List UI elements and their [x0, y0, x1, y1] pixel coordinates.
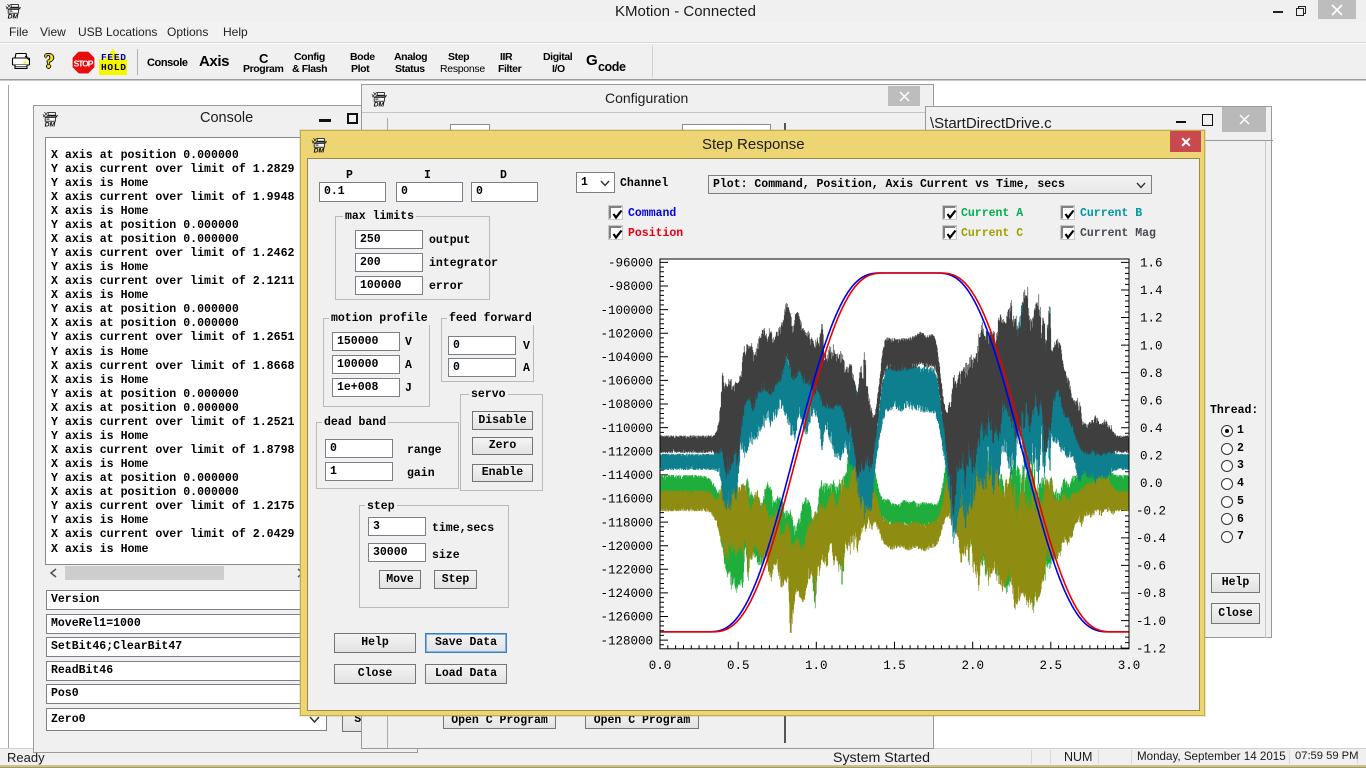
svg-text:0.6: 0.6: [1140, 394, 1163, 408]
svg-text:HOLD: HOLD: [101, 62, 126, 73]
svg-text:-112000: -112000: [600, 446, 653, 460]
svg-text:1.4: 1.4: [1140, 284, 1163, 298]
svg-text:-104000: -104000: [600, 351, 653, 365]
svg-text:-0.2: -0.2: [1136, 505, 1166, 519]
svg-text:1.5: 1.5: [883, 659, 906, 673]
svg-text:-0.4: -0.4: [1136, 532, 1166, 546]
svg-text:-0.6: -0.6: [1136, 560, 1166, 574]
svg-text:1.0: 1.0: [1140, 339, 1163, 353]
svg-text:DM: DM: [8, 13, 19, 19]
svg-text:2.5: 2.5: [1040, 659, 1063, 673]
svg-text:-118000: -118000: [600, 516, 653, 530]
svg-text:-120000: -120000: [600, 540, 653, 554]
svg-text:DM: DM: [314, 147, 325, 153]
svg-text:-98000: -98000: [608, 280, 653, 294]
svg-text:1.0: 1.0: [805, 659, 828, 673]
svg-text:-96000: -96000: [608, 257, 653, 271]
svg-text:3.0: 3.0: [1118, 659, 1141, 673]
svg-text:2.0: 2.0: [961, 659, 984, 673]
svg-text:0.5: 0.5: [727, 659, 750, 673]
svg-text:DM: DM: [374, 101, 385, 107]
svg-text:0.2: 0.2: [1140, 449, 1163, 463]
svg-text:-126000: -126000: [600, 611, 653, 625]
svg-text:-110000: -110000: [600, 422, 653, 436]
svg-text:0.8: 0.8: [1140, 367, 1163, 381]
svg-text:-122000: -122000: [600, 564, 653, 578]
svg-text:-0.8: -0.8: [1136, 587, 1166, 601]
svg-text:-100000: -100000: [600, 304, 653, 318]
svg-text:-102000: -102000: [600, 327, 653, 341]
svg-text:0.4: 0.4: [1140, 422, 1163, 436]
svg-text:-114000: -114000: [600, 469, 653, 483]
svg-text:1.2: 1.2: [1140, 312, 1163, 326]
svg-text:-1.2: -1.2: [1136, 642, 1166, 656]
svg-text:DM: DM: [45, 121, 56, 127]
svg-text:0.0: 0.0: [649, 659, 672, 673]
svg-text:-124000: -124000: [600, 587, 653, 601]
svg-text:-116000: -116000: [600, 493, 653, 507]
svg-text:STOP: STOP: [74, 58, 94, 68]
svg-text:-106000: -106000: [600, 375, 653, 389]
svg-text:-128000: -128000: [600, 634, 653, 648]
svg-text:1.6: 1.6: [1140, 257, 1163, 271]
svg-text:0.0: 0.0: [1140, 477, 1163, 491]
svg-text:-108000: -108000: [600, 398, 653, 412]
svg-text:-1.0: -1.0: [1136, 615, 1166, 629]
